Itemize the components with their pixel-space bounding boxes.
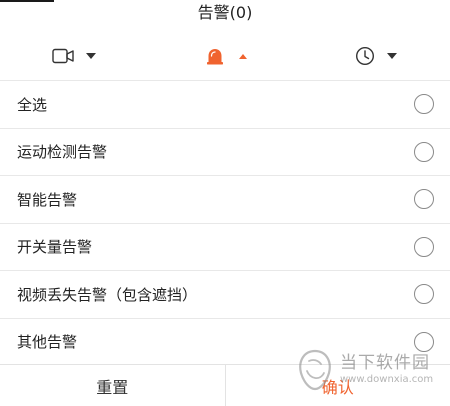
alarm-type-list: 全选 运动检测告警 智能告警 开关量告警 视频丢失告警（包含遮挡） 其他告警 [0, 80, 450, 365]
option-other-alarm[interactable]: 其他告警 [0, 317, 450, 366]
motion-detection-radio[interactable] [414, 141, 434, 162]
select-all-radio[interactable] [414, 94, 434, 115]
alarm-filter-dropdown[interactable] [205, 36, 247, 76]
chevron-down-icon [387, 53, 397, 59]
video-loss-radio[interactable] [414, 284, 434, 305]
switch-alarm-radio[interactable] [414, 236, 434, 257]
other-alarm-radio[interactable] [414, 331, 434, 352]
time-filter-dropdown[interactable] [355, 36, 397, 76]
option-label: 其他告警 [17, 333, 78, 352]
option-motion-detection[interactable]: 运动检测告警 [0, 127, 450, 176]
chevron-up-icon [239, 53, 247, 59]
option-label: 开关量告警 [17, 238, 93, 257]
bottom-action-bar: 重置 确认 [0, 364, 450, 406]
reset-button[interactable]: 重置 [0, 365, 226, 406]
option-label: 运动检测告警 [17, 143, 108, 162]
option-switch-alarm[interactable]: 开关量告警 [0, 222, 450, 271]
clock-icon [355, 46, 375, 66]
camera-filter-dropdown[interactable] [52, 36, 96, 76]
option-label: 视频丢失告警（包含遮挡） [17, 285, 198, 304]
option-label: 智能告警 [17, 190, 78, 209]
smart-alarm-radio[interactable] [414, 189, 434, 210]
alarm-bell-icon [207, 49, 223, 65]
option-label: 全选 [17, 95, 48, 114]
filter-bar [0, 36, 450, 76]
option-select-all[interactable]: 全选 [0, 80, 450, 128]
video-camera-icon [52, 48, 74, 64]
chevron-down-icon [86, 53, 96, 59]
confirm-button[interactable]: 确认 [226, 365, 450, 406]
page-title: 告警(0) [197, 3, 253, 22]
option-video-loss[interactable]: 视频丢失告警（包含遮挡） [0, 270, 450, 318]
option-smart-alarm[interactable]: 智能告警 [0, 175, 450, 223]
